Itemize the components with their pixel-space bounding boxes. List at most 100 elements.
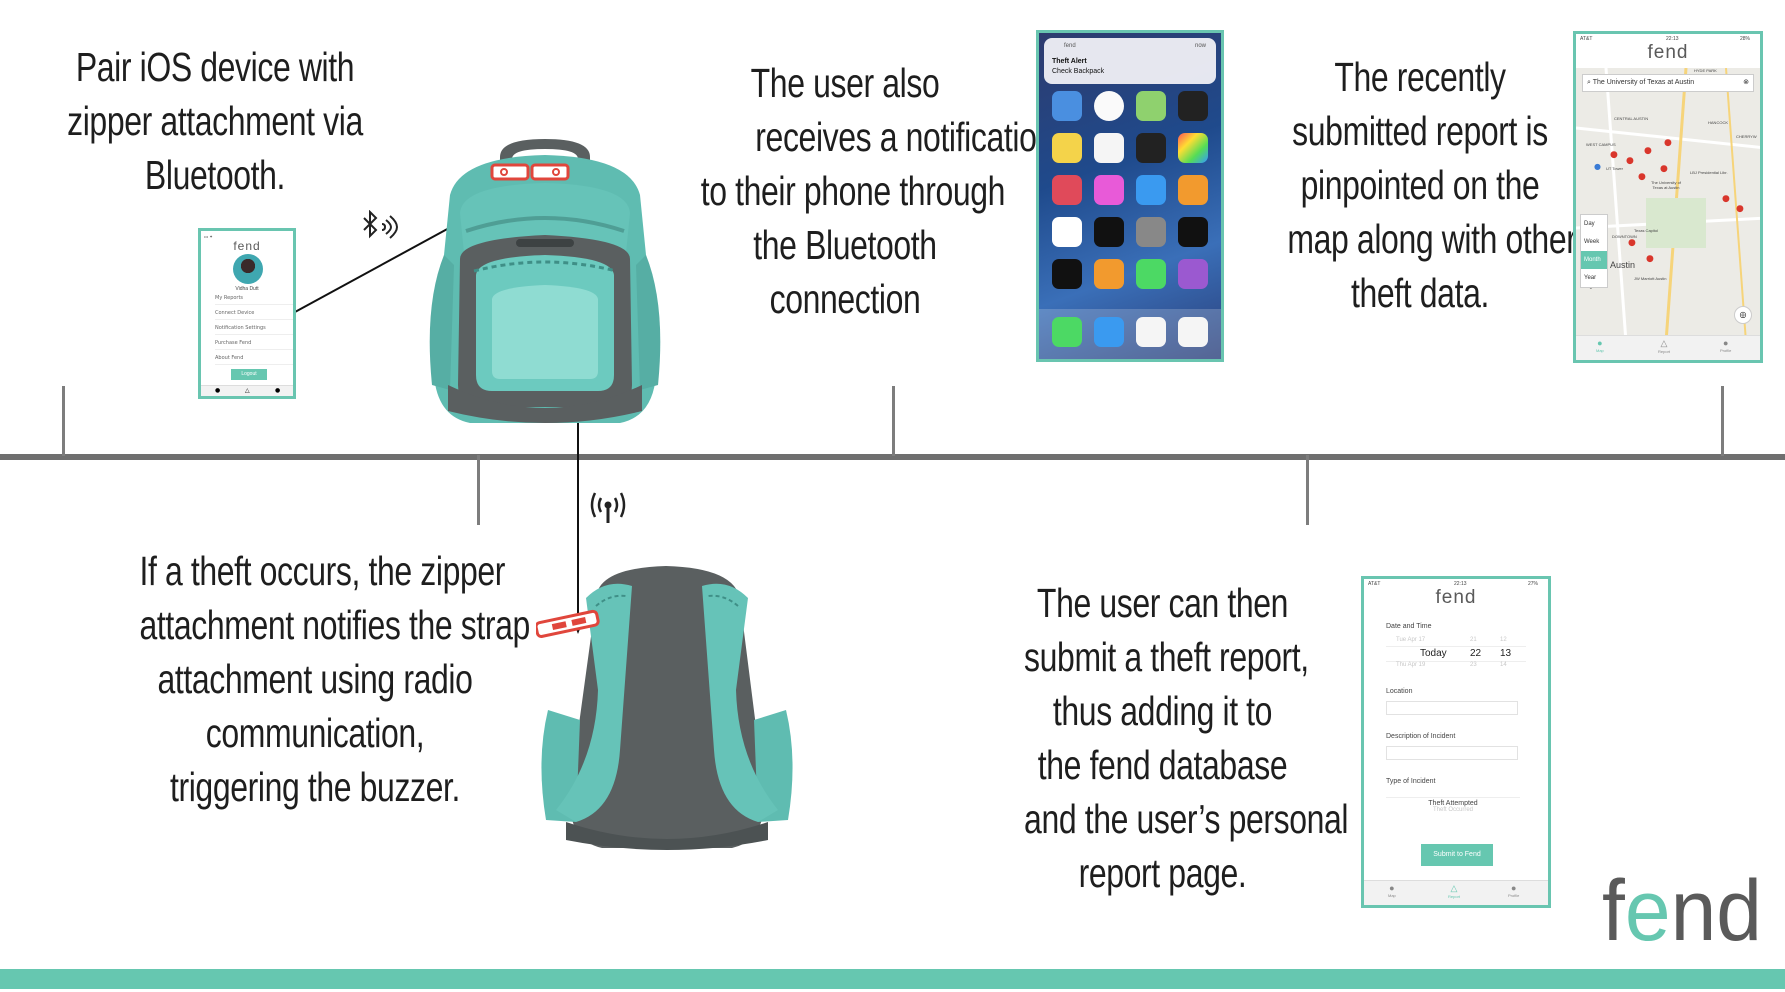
location-field[interactable] [1386, 701, 1518, 715]
theft-pin-icon[interactable]: ● [1660, 164, 1668, 174]
notification-time: now [1194, 43, 1206, 49]
map-label: CENTRAL AUSTIN [1614, 116, 1649, 121]
menu-item-connect-device[interactable]: Connect Device [215, 310, 293, 320]
filter-year[interactable]: Year [1581, 269, 1607, 287]
notes-app-icon[interactable] [1052, 133, 1082, 163]
search-icon: ⌕ [1587, 79, 1591, 86]
map-search-input[interactable]: ⌕ The University of Texas at Austin ⊗ [1582, 74, 1754, 92]
tab-profile[interactable]: ● Profile [1508, 883, 1519, 898]
incident-type-label: Type of Incident [1386, 778, 1436, 785]
compass-app-icon[interactable] [1052, 259, 1082, 289]
theft-pin-icon[interactable]: ● [1646, 254, 1654, 264]
profile-icon[interactable]: ● [275, 387, 280, 394]
theft-pin-icon[interactable]: ● [1644, 146, 1652, 156]
filter-month[interactable]: Month [1581, 251, 1607, 269]
warning-icon[interactable]: △ [245, 387, 250, 394]
tab-bar: ● Map △ Report ● Profile [1364, 880, 1548, 905]
app-icon[interactable] [1136, 133, 1166, 163]
map-phone-screenshot: AT&T 22:13 28% fend ⌕ The University of … [1573, 31, 1763, 363]
menu-item-my-reports[interactable]: My Reports [215, 295, 293, 305]
map-label: WEST CAMPUS [1586, 142, 1616, 147]
date-time-picker[interactable]: Tue Apr 17 21 12 Today 22 13 Thu Apr 19 … [1386, 637, 1526, 671]
notification-banner[interactable]: fend now Theft Alert Check Backpack [1044, 38, 1216, 84]
avatar [233, 254, 263, 284]
map-label: UT Tower [1606, 166, 1623, 171]
warning-icon: △ [1450, 883, 1458, 893]
wallet-app-icon[interactable] [1094, 217, 1124, 247]
safari-app-icon[interactable] [1136, 317, 1166, 347]
menu-item-about-fend[interactable]: About Fend [215, 355, 293, 365]
facetime-app-icon[interactable] [1136, 259, 1166, 289]
phone-app-icon[interactable] [1052, 317, 1082, 347]
books-app-icon[interactable] [1178, 175, 1208, 205]
filter-week[interactable]: Week [1581, 233, 1607, 251]
tab-profile[interactable]: ● Profile [1720, 338, 1731, 353]
map-area[interactable]: ⌕ The University of Texas at Austin ⊗ HY… [1576, 68, 1760, 336]
map-label: Austin [1610, 260, 1636, 270]
tab-map[interactable]: ● Map [1596, 338, 1604, 353]
backpack-front-image [429, 139, 661, 423]
fend-logo: fend [1602, 872, 1762, 947]
map-label: The University of Texas at Austin [1650, 180, 1681, 190]
app-logo: fend [1647, 42, 1689, 63]
theft-pin-icon[interactable]: ● [1638, 172, 1646, 182]
profile-phone-screenshot: ••• ✦ fend Vidha Dutt My Reports Connect… [198, 228, 296, 399]
app-icon[interactable] [1052, 175, 1082, 205]
logout-button[interactable]: Logout [231, 369, 267, 380]
itunes-app-icon[interactable] [1094, 175, 1124, 205]
notification-app-name: fend [1064, 43, 1076, 49]
app-logo: fend [1435, 587, 1477, 608]
time-filter: Day Week Month Year [1580, 214, 1608, 288]
tab-bar: ● Map △ Report ● Profile [1576, 335, 1760, 360]
dock [1039, 309, 1221, 359]
report-phone-screenshot: AT&T 22:13 27% fend Date and Time Tue Ap… [1361, 576, 1551, 908]
theft-pin-icon[interactable]: ● [1628, 238, 1636, 248]
app-icon[interactable] [1178, 133, 1208, 163]
description-field[interactable] [1386, 746, 1518, 760]
map-pin-icon[interactable]: ● [215, 387, 220, 394]
notification-body: Check Backpack [1052, 68, 1105, 75]
profile-icon: ● [1722, 338, 1729, 348]
app-logo: fend [233, 239, 261, 253]
incident-type-picker[interactable]: Theft Attempted Theft Occurred [1386, 797, 1520, 813]
podcasts-app-icon[interactable] [1178, 259, 1208, 289]
app-icon[interactable] [1178, 91, 1208, 121]
health-app-icon[interactable] [1052, 217, 1082, 247]
location-label: Location [1386, 688, 1413, 695]
footer-bar [0, 969, 1785, 989]
settings-app-icon[interactable] [1136, 217, 1166, 247]
menu-item-notification-settings[interactable]: Notification Settings [215, 325, 293, 335]
notification-title: Theft Alert [1052, 58, 1087, 65]
music-app-icon[interactable] [1178, 317, 1208, 347]
fend-logo-text: fend [1602, 872, 1762, 947]
mail-app-icon[interactable] [1094, 317, 1124, 347]
theft-pin-icon[interactable]: ● [1626, 156, 1634, 166]
app-icon[interactable] [1052, 91, 1082, 121]
locate-button[interactable]: ◎ [1734, 306, 1752, 324]
filter-day[interactable]: Day [1581, 215, 1607, 233]
theft-pin-icon[interactable]: ● [1736, 204, 1744, 214]
map-label: JW Marriott Austin [1634, 276, 1667, 281]
notification-phone-screenshot: fend now Theft Alert Check Backpack [1036, 30, 1224, 362]
menu-item-purchase-fend[interactable]: Purchase Fend [215, 340, 293, 350]
calculator-app-icon[interactable] [1094, 259, 1124, 289]
theft-pin-icon[interactable]: ● [1722, 194, 1730, 204]
tab-report[interactable]: △ Report [1658, 338, 1670, 354]
theft-pin-icon[interactable]: ● [1610, 150, 1618, 160]
submit-button[interactable]: Submit to Fend [1421, 844, 1493, 866]
clock-app-icon[interactable] [1094, 91, 1124, 121]
app-icon[interactable] [1136, 91, 1166, 121]
appstore-app-icon[interactable] [1136, 175, 1166, 205]
map-label: HYDE PARK [1694, 68, 1717, 73]
theft-pin-icon[interactable]: ● [1664, 138, 1672, 148]
watch-app-icon[interactable] [1178, 217, 1208, 247]
tab-report[interactable]: △ Report [1448, 883, 1460, 899]
clear-icon[interactable]: ⊗ [1743, 75, 1749, 91]
map-pin-icon: ● [1597, 338, 1603, 348]
current-location-icon: ● [1594, 162, 1601, 171]
description-label: Description of Incident [1386, 733, 1456, 740]
tab-map[interactable]: ● Map [1388, 883, 1396, 898]
backpack-back-image [536, 566, 793, 850]
tab-bar: ● △ ● [201, 385, 293, 396]
app-icon[interactable] [1094, 133, 1124, 163]
